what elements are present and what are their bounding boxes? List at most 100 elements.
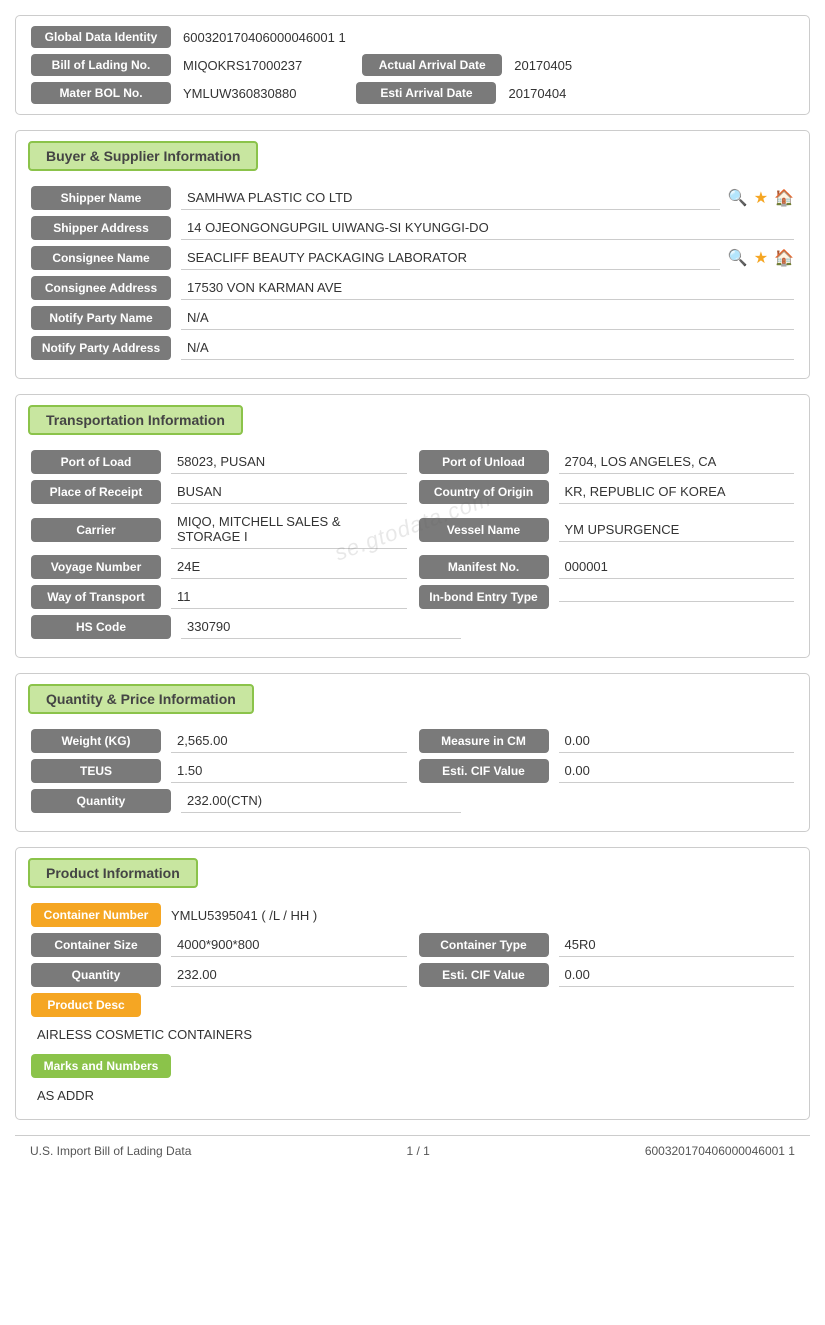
container-size-value: 4000*900*800 <box>171 933 407 957</box>
teus-cif-row: TEUS 1.50 Esti. CIF Value 0.00 <box>31 759 794 783</box>
shipper-search-icon[interactable]: 🔍 <box>728 188 748 208</box>
shipper-name-label: Shipper Name <box>31 186 171 210</box>
marks-value: AS ADDR <box>31 1086 794 1109</box>
global-id-value: 600320170406000046001 1 <box>183 30 346 45</box>
consignee-home-icon[interactable]: 🏠 <box>774 248 794 268</box>
vessel-name-label: Vessel Name <box>419 518 549 542</box>
carrier-value: MIQO, MITCHELL SALES & STORAGE I <box>171 510 407 549</box>
actual-arrival-label: Actual Arrival Date <box>362 54 502 76</box>
manifest-value: 000001 <box>559 555 795 579</box>
measure-value: 0.00 <box>559 729 795 753</box>
consignee-name-row: Consignee Name SEACLIFF BEAUTY PACKAGING… <box>31 246 794 270</box>
esti-cif-label: Esti. CIF Value <box>419 759 549 783</box>
carrier-label: Carrier <box>31 518 161 542</box>
teus-pair: TEUS 1.50 <box>31 759 407 783</box>
manifest-label: Manifest No. <box>419 555 549 579</box>
vessel-name-value: YM UPSURGENCE <box>559 518 795 542</box>
shipper-star-icon[interactable]: ★ <box>754 188 768 208</box>
way-transport-label: Way of Transport <box>31 585 161 609</box>
vessel-name-pair: Vessel Name YM UPSURGENCE <box>419 518 795 542</box>
quantity-price-section: Quantity & Price Information Weight (KG)… <box>15 673 810 832</box>
manifest-pair: Manifest No. 000001 <box>419 555 795 579</box>
transportation-body: Port of Load 58023, PUSAN Port of Unload… <box>16 445 809 657</box>
marks-section: Marks and Numbers <box>31 1054 794 1082</box>
transportation-section: Transportation Information se.gtodata.co… <box>15 394 810 658</box>
port-row: Port of Load 58023, PUSAN Port of Unload… <box>31 450 794 474</box>
voyage-label: Voyage Number <box>31 555 161 579</box>
prod-quantity-value: 232.00 <box>171 963 407 987</box>
country-origin-pair: Country of Origin KR, REPUBLIC OF KOREA <box>419 480 795 504</box>
esti-arrival-value: 20170404 <box>508 86 566 101</box>
container-size-pair: Container Size 4000*900*800 <box>31 933 407 957</box>
consignee-icons: 🔍 ★ 🏠 <box>728 248 794 268</box>
consignee-address-row: Consignee Address 17530 VON KARMAN AVE <box>31 276 794 300</box>
prod-quantity-label: Quantity <box>31 963 161 987</box>
transport-inbond-row: Way of Transport 11 In-bond Entry Type <box>31 585 794 609</box>
teus-value: 1.50 <box>171 759 407 783</box>
port-load-pair: Port of Load 58023, PUSAN <box>31 450 407 474</box>
esti-arrival-label: Esti Arrival Date <box>356 82 496 104</box>
way-transport-pair: Way of Transport 11 <box>31 585 407 609</box>
page-footer: U.S. Import Bill of Lading Data 1 / 1 60… <box>15 1135 810 1166</box>
measure-pair: Measure in CM 0.00 <box>419 729 795 753</box>
master-bol-pair: Mater BOL No. YMLUW360830880 <box>31 82 296 104</box>
product-desc-value: AIRLESS COSMETIC CONTAINERS <box>31 1025 794 1048</box>
inbond-label: In-bond Entry Type <box>419 585 549 609</box>
buyer-supplier-header: Buyer & Supplier Information <box>28 141 258 171</box>
carrier-vessel-row: Carrier MIQO, MITCHELL SALES & STORAGE I… <box>31 510 794 549</box>
notify-party-name-label: Notify Party Name <box>31 306 171 330</box>
page-wrapper: Global Data Identity 6003201704060000460… <box>0 0 825 1325</box>
shipper-home-icon[interactable]: 🏠 <box>774 188 794 208</box>
voyage-value: 24E <box>171 555 407 579</box>
weight-pair: Weight (KG) 2,565.00 <box>31 729 407 753</box>
buyer-supplier-section: Buyer & Supplier Information Shipper Nam… <box>15 130 810 379</box>
identity-section: Global Data Identity 6003201704060000460… <box>15 15 810 115</box>
container-size-type-row: Container Size 4000*900*800 Container Ty… <box>31 933 794 957</box>
place-receipt-value: BUSAN <box>171 480 407 504</box>
quantity-value: 232.00(CTN) <box>181 789 461 813</box>
product-info-body: Container Number YMLU5395041 ( /L / HH )… <box>16 898 809 1119</box>
teus-label: TEUS <box>31 759 161 783</box>
footer-center: 1 / 1 <box>406 1144 429 1158</box>
country-origin-label: Country of Origin <box>419 480 549 504</box>
master-bol-label: Mater BOL No. <box>31 82 171 104</box>
prod-esti-cif-label: Esti. CIF Value <box>419 963 549 987</box>
hs-code-row: HS Code 330790 <box>31 615 794 639</box>
quantity-price-body: Weight (KG) 2,565.00 Measure in CM 0.00 … <box>16 724 809 831</box>
place-receipt-label: Place of Receipt <box>31 480 161 504</box>
shipper-name-value: SAMHWA PLASTIC CO LTD <box>181 186 720 210</box>
shipper-address-label: Shipper Address <box>31 216 171 240</box>
marks-label: Marks and Numbers <box>31 1054 171 1078</box>
container-type-label: Container Type <box>419 933 549 957</box>
shipper-address-value: 14 OJEONGONGUPGIL UIWANG-SI KYUNGGI-DO <box>181 216 794 240</box>
product-desc-label: Product Desc <box>31 993 141 1017</box>
inbond-value <box>559 593 795 602</box>
footer-left: U.S. Import Bill of Lading Data <box>30 1144 191 1158</box>
bol-value: MIQOKRS17000237 <box>183 58 302 73</box>
master-bol-value: YMLUW360830880 <box>183 86 296 101</box>
esti-cif-pair: Esti. CIF Value 0.00 <box>419 759 795 783</box>
prod-esti-cif-pair: Esti. CIF Value 0.00 <box>419 963 795 987</box>
container-type-pair: Container Type 45R0 <box>419 933 795 957</box>
prod-esti-cif-value: 0.00 <box>559 963 795 987</box>
product-desc-section: Product Desc <box>31 993 794 1021</box>
weight-value: 2,565.00 <box>171 729 407 753</box>
shipper-name-row: Shipper Name SAMHWA PLASTIC CO LTD 🔍 ★ 🏠 <box>31 186 794 210</box>
consignee-search-icon[interactable]: 🔍 <box>728 248 748 268</box>
master-bol-row: Mater BOL No. YMLUW360830880 Esti Arriva… <box>31 82 794 104</box>
transportation-header: Transportation Information <box>28 405 243 435</box>
bol-row: Bill of Lading No. MIQOKRS17000237 Actua… <box>31 54 794 76</box>
weight-label: Weight (KG) <box>31 729 161 753</box>
prod-quantity-cif-row: Quantity 232.00 Esti. CIF Value 0.00 <box>31 963 794 987</box>
notify-party-address-row: Notify Party Address N/A <box>31 336 794 360</box>
notify-party-name-row: Notify Party Name N/A <box>31 306 794 330</box>
quantity-label: Quantity <box>31 789 171 813</box>
notify-party-address-value: N/A <box>181 336 794 360</box>
shipper-address-row: Shipper Address 14 OJEONGONGUPGIL UIWANG… <box>31 216 794 240</box>
port-load-value: 58023, PUSAN <box>171 450 407 474</box>
consignee-star-icon[interactable]: ★ <box>754 248 768 268</box>
consignee-address-label: Consignee Address <box>31 276 171 300</box>
actual-arrival-pair: Actual Arrival Date 20170405 <box>362 54 572 76</box>
consignee-name-value: SEACLIFF BEAUTY PACKAGING LABORATOR <box>181 246 720 270</box>
global-id-row: Global Data Identity 6003201704060000460… <box>31 26 794 48</box>
